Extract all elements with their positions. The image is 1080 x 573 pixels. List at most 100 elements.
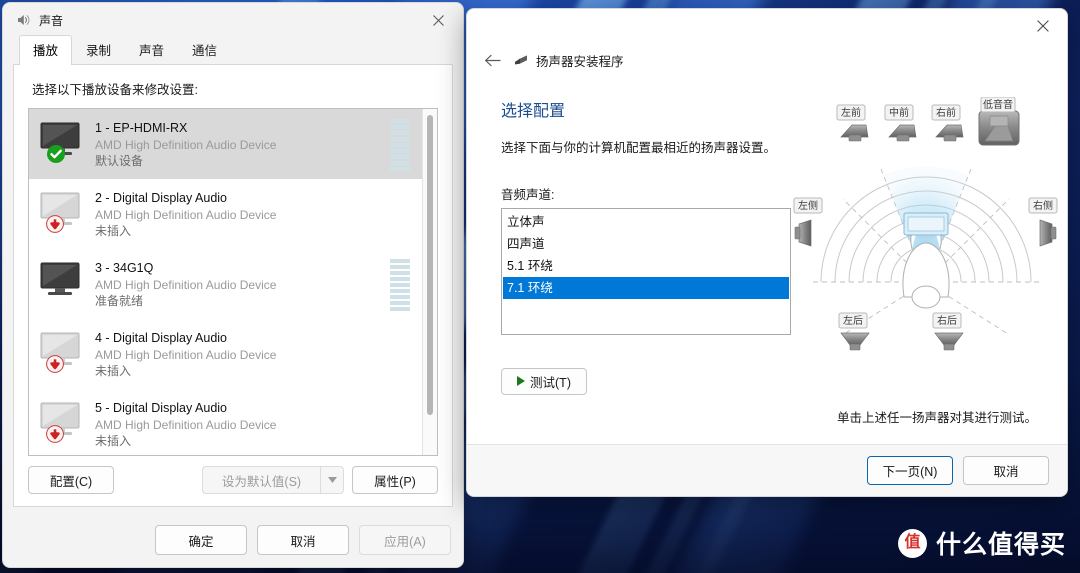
play-icon (517, 376, 526, 387)
device-action-buttons: 配置(C) 设为默认值(S) 属性(P) (28, 466, 438, 494)
volume-meter (390, 119, 410, 171)
wizard-titlebar (467, 9, 1067, 43)
wizard-right-column: 左前 中前 右前 低音音 左侧 右侧 左后 右后 单击上述任一扬声器对其进行测试… (791, 97, 1058, 444)
monitor-icon (37, 117, 89, 167)
device-state: 未插入 (95, 364, 132, 379)
device-state: 准备就绪 (95, 294, 144, 309)
audio-channels-listbox[interactable]: 立体声 四声道 5.1 环绕 7.1 环绕 (501, 207, 791, 335)
device-driver: AMD High Definition Audio Device (95, 138, 277, 152)
device-info: 5 - Digital Display Audio AMD High Defin… (95, 397, 386, 449)
speaker-subwoofer: 低音音 (978, 97, 1020, 146)
device-info: 1 - EP-HDMI-RX AMD High Definition Audio… (95, 117, 386, 169)
list-item-7-1-surround[interactable]: 7.1 环绕 (503, 277, 789, 300)
wizard-title: 扬声器安装程序 (536, 54, 624, 69)
device-info: 2 - Digital Display Audio AMD High Defin… (95, 187, 386, 239)
sound-control-panel-dialog: 声音 播放 录制 声音 通信 选择以下播放设备来修改设置: 1 - EP-HDM… (2, 2, 464, 568)
device-name: 2 - Digital Display Audio (95, 191, 228, 205)
table-row[interactable]: 1 - EP-HDMI-RX AMD High Definition Audio… (29, 109, 422, 179)
device-name: 5 - Digital Display Audio (95, 401, 228, 415)
device-name: 1 - EP-HDMI-RX (95, 121, 188, 135)
set-default-split-button[interactable]: 设为默认值(S) (202, 466, 344, 494)
device-state: 未插入 (95, 224, 132, 239)
pane-instruction-label: 选择以下播放设备来修改设置: (32, 83, 198, 97)
device-list-viewport: 1 - EP-HDMI-RX AMD High Definition Audio… (29, 109, 422, 455)
volume-meter (390, 259, 410, 311)
test-button[interactable]: 测试(T) (501, 367, 587, 395)
audio-channels-label: 音频声道: (501, 187, 555, 202)
speaker-rear-right: 右后 (932, 312, 964, 351)
device-state: 未插入 (95, 434, 132, 449)
svg-text:左前: 左前 (841, 106, 861, 119)
device-driver: AMD High Definition Audio Device (95, 418, 277, 432)
speaker-front-left: 左前 (836, 104, 869, 142)
configure-button[interactable]: 配置(C) (28, 466, 114, 494)
cancel-button[interactable]: 取消 (257, 525, 349, 555)
monitor-icon (37, 327, 89, 377)
svg-text:低音音: 低音音 (983, 98, 1013, 111)
close-icon[interactable] (417, 4, 459, 36)
sound-icon (15, 12, 31, 28)
wizard-cancel-button[interactable]: 取消 (963, 456, 1049, 485)
speaker-icon (513, 52, 529, 68)
tab-recording[interactable]: 录制 (72, 35, 125, 65)
speaker-rear-left: 左后 (838, 312, 870, 351)
monitor-icon (37, 257, 89, 307)
svg-text:右侧: 右侧 (1033, 199, 1053, 212)
table-row[interactable]: 3 - 34G1Q AMD High Definition Audio Devi… (29, 249, 422, 319)
next-button[interactable]: 下一页(N) (867, 456, 953, 485)
table-row[interactable]: 2 - Digital Display Audio AMD High Defin… (29, 179, 422, 249)
speaker-side-right: 右侧 (1028, 197, 1058, 247)
list-item-quadraphonic[interactable]: 四声道 (503, 233, 789, 255)
device-name: 4 - Digital Display Audio (95, 331, 228, 345)
list-item-stereo[interactable]: 立体声 (503, 211, 789, 233)
monitor-icon (37, 397, 89, 447)
scrollbar-thumb[interactable] (427, 115, 433, 415)
svg-text:中前: 中前 (889, 106, 909, 119)
sound-dialog-footer: 确定 取消 应用(A) (3, 515, 463, 567)
svg-text:右前: 右前 (936, 106, 956, 119)
sound-dialog-title: 声音 (39, 13, 64, 28)
watermark-logo-badge: 值 (897, 528, 927, 558)
playback-device-list[interactable]: 1 - EP-HDMI-RX AMD High Definition Audio… (28, 108, 438, 456)
speaker-front-right: 右前 (931, 104, 964, 142)
volume-meter (390, 399, 410, 451)
table-row[interactable]: 5 - Digital Display Audio AMD High Defin… (29, 389, 422, 455)
sound-tabs: 播放 录制 声音 通信 (13, 35, 453, 65)
table-row[interactable]: 4 - Digital Display Audio AMD High Defin… (29, 319, 422, 389)
tab-communications[interactable]: 通信 (178, 35, 231, 65)
test-button-label: 测试(T) (530, 375, 571, 390)
properties-button[interactable]: 属性(P) (352, 466, 438, 494)
speaker-side-left: 左侧 (793, 197, 823, 247)
playback-tab-pane: 选择以下播放设备来修改设置: 1 - EP-HDMI-RX AMD High D… (13, 65, 453, 507)
page-title: 选择配置 (501, 103, 566, 120)
wizard-hint-text: 单击上述任一扬声器对其进行测试。 (836, 411, 1037, 425)
tab-sounds[interactable]: 声音 (125, 35, 178, 65)
wizard-navigation-bar: 扬声器安装程序 (467, 43, 1067, 75)
back-arrow-icon[interactable] (479, 47, 505, 73)
device-info: 4 - Digital Display Audio AMD High Defin… (95, 327, 386, 379)
sound-dialog-body: 播放 录制 声音 通信 选择以下播放设备来修改设置: 1 - EP-HDMI-R… (3, 35, 463, 515)
svg-text:左后: 左后 (843, 314, 863, 327)
device-list-scrollbar[interactable] (422, 109, 437, 455)
monitor-icon (37, 187, 89, 237)
screen-icon (903, 212, 949, 239)
chevron-down-icon[interactable] (320, 466, 344, 494)
device-driver: AMD High Definition Audio Device (95, 348, 277, 362)
speaker-layout-diagram[interactable]: 左前 中前 右前 低音音 左侧 右侧 左后 右后 (791, 97, 1061, 357)
speaker-front-center: 中前 (884, 104, 917, 142)
volume-meter (390, 329, 410, 381)
list-item-5-1-surround[interactable]: 5.1 环绕 (503, 255, 789, 277)
volume-meter (390, 189, 410, 241)
tab-playback[interactable]: 播放 (19, 35, 73, 65)
device-state: 默认设备 (95, 154, 144, 169)
device-name: 3 - 34G1Q (95, 261, 154, 275)
ok-button[interactable]: 确定 (155, 525, 247, 555)
sound-dialog-titlebar: 声音 (3, 3, 463, 37)
svg-text:左侧: 左侧 (798, 199, 818, 212)
close-icon[interactable] (1022, 10, 1064, 42)
device-info: 3 - 34G1Q AMD High Definition Audio Devi… (95, 257, 386, 309)
apply-button: 应用(A) (359, 525, 451, 555)
set-default-button[interactable]: 设为默认值(S) (202, 466, 320, 494)
svg-text:右后: 右后 (937, 314, 957, 327)
device-driver: AMD High Definition Audio Device (95, 208, 277, 222)
